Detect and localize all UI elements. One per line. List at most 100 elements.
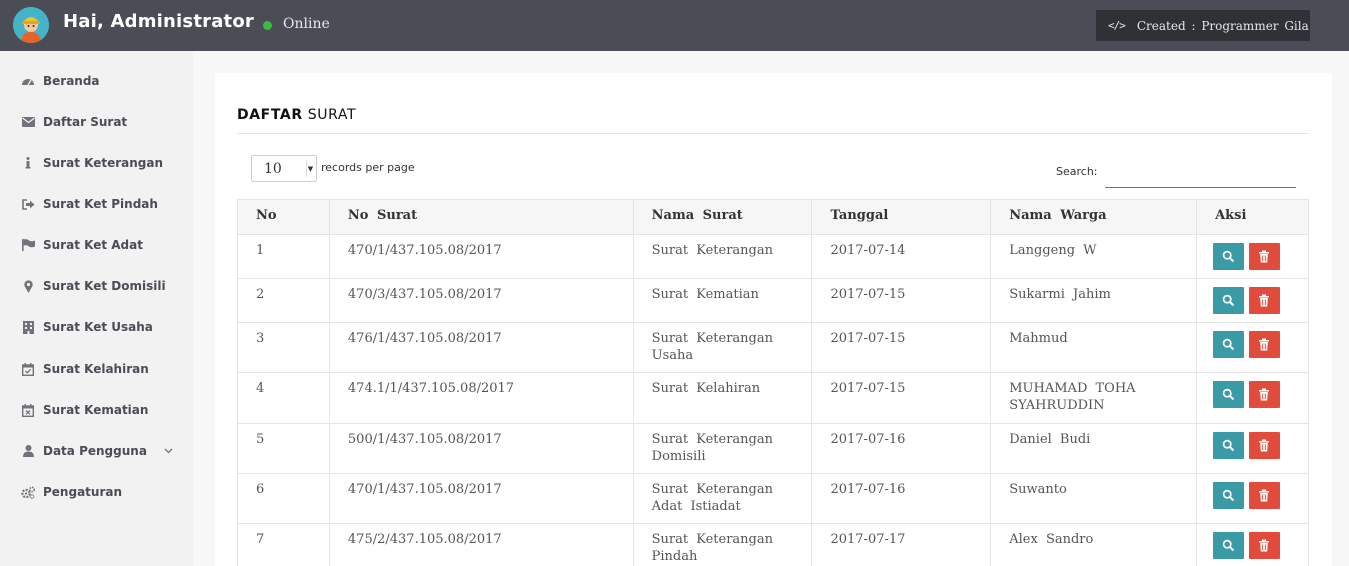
- daftar-surat-panel: DAFTAR SURAT 10 ▼ records per page Searc…: [215, 73, 1332, 566]
- cell-aksi: [1196, 523, 1309, 566]
- sidebar-item-data-pengguna[interactable]: Data Pengguna: [0, 432, 193, 470]
- table-row: 7 475/2/437.105.08/2017 Surat Keterangan P…: [237, 523, 1309, 566]
- search-icon: [1222, 250, 1235, 263]
- sidebar-item-surat-kelahiran[interactable]: Surat Kelahiran: [0, 350, 193, 388]
- cell-nama-warga: Mahmud: [990, 322, 1198, 373]
- cell-tanggal: 2017-07-15: [811, 372, 992, 424]
- credit-badge[interactable]: </> Created : Programmer Gila: [1096, 10, 1310, 41]
- column-header-no[interactable]: No: [237, 199, 330, 235]
- cell-no-surat: 470/1/437.105.08/2017: [328, 473, 634, 524]
- table-row: 3 476/1/437.105.08/2017 Surat Keterangan U…: [237, 322, 1309, 373]
- table-header-row: No No Surat Nama Surat Tanggal Nama Warg…: [237, 199, 1309, 235]
- search-icon: [1222, 489, 1235, 502]
- sidebar-item-surat-ket-pindah[interactable]: Surat Ket Pindah: [0, 185, 193, 223]
- delete-button[interactable]: [1249, 331, 1281, 358]
- cell-nama-surat: Surat Keterangan Pindah: [632, 523, 813, 566]
- sidebar-item-label: Beranda: [43, 74, 100, 88]
- trash-icon: [1259, 294, 1270, 307]
- search-icon: [1222, 388, 1235, 401]
- cell-nama-surat: Surat Kelahiran: [632, 372, 813, 424]
- delete-button[interactable]: [1249, 287, 1281, 314]
- cell-tanggal: 2017-07-15: [811, 322, 992, 373]
- chevron-down-icon[interactable]: [164, 446, 173, 457]
- cell-nama-warga: MUHAMAD TOHA SYAHRUDDIN: [990, 372, 1198, 424]
- column-header-aksi: Aksi: [1196, 199, 1309, 235]
- table-row: 6 470/1/437.105.08/2017 Surat Keterangan A…: [237, 473, 1309, 524]
- sidebar: Beranda Daftar Surat Surat Keterangan Su…: [0, 51, 193, 566]
- cell-no: 5: [237, 423, 330, 474]
- cell-aksi: [1196, 278, 1309, 323]
- building-icon: [21, 320, 35, 334]
- sidebar-item-surat-keterangan[interactable]: Surat Keterangan: [0, 144, 193, 182]
- page-title-bold: DAFTAR: [237, 107, 303, 123]
- column-header-nama-surat[interactable]: Nama Surat: [632, 199, 813, 235]
- sidebar-item-label: Surat Ket Adat: [43, 238, 143, 252]
- cell-tanggal: 2017-07-17: [811, 523, 992, 566]
- sidebar-item-surat-ket-domisili[interactable]: Surat Ket Domisili: [0, 267, 193, 305]
- dashboard-icon: [21, 74, 35, 88]
- cell-no-surat: 500/1/437.105.08/2017: [328, 423, 634, 474]
- delete-button[interactable]: [1249, 432, 1281, 459]
- delete-button[interactable]: [1249, 532, 1281, 559]
- sidebar-item-surat-kematian[interactable]: Surat Kematian: [0, 391, 193, 429]
- cell-tanggal: 2017-07-14: [811, 234, 992, 279]
- sidebar-item-label: Pengaturan: [43, 485, 123, 499]
- view-button[interactable]: [1213, 482, 1245, 509]
- view-button[interactable]: [1213, 287, 1245, 314]
- cell-nama-surat: Surat Keterangan Adat Istiadat: [632, 473, 813, 524]
- column-header-nama-warga[interactable]: Nama Warga: [990, 199, 1198, 235]
- cell-no-surat: 475/2/437.105.08/2017: [328, 523, 634, 566]
- cell-no-surat: 476/1/437.105.08/2017: [328, 322, 634, 373]
- sidebar-item-beranda[interactable]: Beranda: [0, 62, 193, 100]
- cell-nama-warga: Sukarmi Jahim: [990, 278, 1198, 323]
- cell-no-surat: 470/3/437.105.08/2017: [328, 278, 634, 323]
- delete-button[interactable]: [1249, 243, 1281, 270]
- sidebar-item-surat-ket-usaha[interactable]: Surat Ket Usaha: [0, 308, 193, 346]
- view-button[interactable]: [1213, 381, 1245, 408]
- sidebar-item-label: Data Pengguna: [43, 444, 147, 458]
- trash-icon: [1259, 338, 1270, 351]
- trash-icon: [1259, 388, 1270, 401]
- search-icon: [1222, 294, 1235, 307]
- top-navbar: Hai, Administrator Online </> Created : …: [0, 0, 1349, 51]
- view-button[interactable]: [1213, 331, 1245, 358]
- records-per-page-select[interactable]: 10 ▼: [251, 155, 317, 182]
- column-header-no-surat[interactable]: No Surat: [328, 199, 634, 235]
- column-header-tanggal[interactable]: Tanggal: [811, 199, 992, 235]
- cell-nama-warga: Daniel Budi: [990, 423, 1198, 474]
- calendar-times-icon: [21, 403, 35, 417]
- view-button[interactable]: [1213, 532, 1245, 559]
- map-marker-icon: [21, 279, 35, 293]
- delete-button[interactable]: [1249, 482, 1281, 509]
- cell-aksi: [1196, 473, 1309, 524]
- sidebar-item-label: Surat Ket Domisili: [43, 279, 166, 293]
- search-icon: [1222, 539, 1235, 552]
- avatar-icon[interactable]: [13, 7, 49, 43]
- search-icon: [1222, 439, 1235, 452]
- cell-aksi: [1196, 423, 1309, 474]
- table-body: 1 470/1/437.105.08/2017 Surat Keterangan 20…: [237, 234, 1309, 566]
- cogs-icon: [21, 485, 35, 499]
- table-row: 1 470/1/437.105.08/2017 Surat Keterangan 20…: [237, 234, 1309, 279]
- cell-nama-surat: Surat Keterangan Domisili: [632, 423, 813, 474]
- cell-no: 7: [237, 523, 330, 566]
- greeting-title: Hai, Administrator: [63, 11, 255, 32]
- delete-button[interactable]: [1249, 381, 1281, 408]
- sidebar-item-label: Daftar Surat: [43, 115, 128, 129]
- sidebar-item-label: Surat Keterangan: [43, 156, 164, 170]
- sidebar-item-surat-ket-adat[interactable]: Surat Ket Adat: [0, 226, 193, 264]
- view-button[interactable]: [1213, 432, 1245, 459]
- search-label: Search:: [1056, 165, 1098, 178]
- search-input[interactable]: [1105, 161, 1296, 188]
- cell-nama-warga: Suwanto: [990, 473, 1198, 524]
- cell-nama-warga: Alex Sandro: [990, 523, 1198, 566]
- search-icon: [1222, 338, 1235, 351]
- cell-no: 1: [237, 234, 330, 279]
- sidebar-item-daftar-surat[interactable]: Daftar Surat: [0, 103, 193, 141]
- view-button[interactable]: [1213, 243, 1245, 270]
- table-row: 5 500/1/437.105.08/2017 Surat Keterangan D…: [237, 423, 1309, 474]
- sidebar-item-pengaturan[interactable]: Pengaturan: [0, 473, 193, 511]
- online-status-icon: [263, 21, 272, 30]
- cell-nama-surat: Surat Kematian: [632, 278, 813, 323]
- cell-no: 3: [237, 322, 330, 373]
